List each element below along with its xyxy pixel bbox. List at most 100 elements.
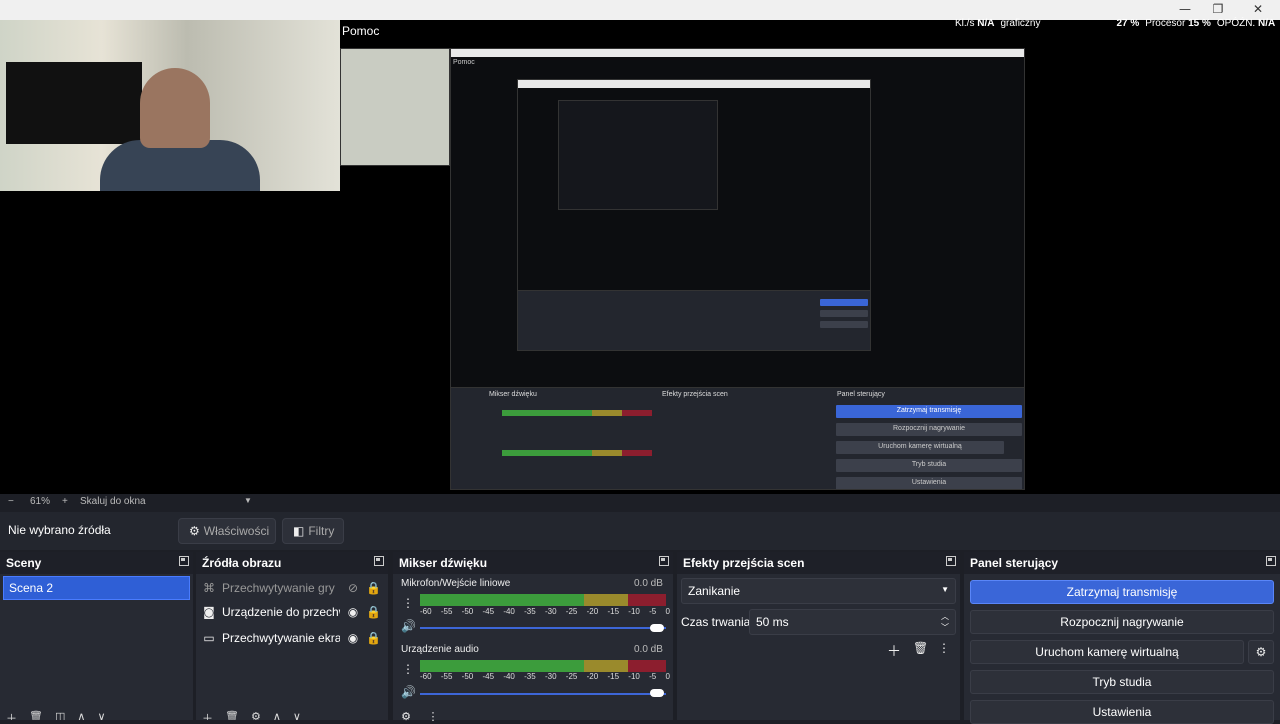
close-icon[interactable]: ✕ <box>1248 2 1268 16</box>
volume-knob[interactable] <box>650 624 664 632</box>
duration-value: 50 ms <box>756 615 789 629</box>
stop-streaming-button[interactable]: Zatrzymaj transmisję <box>970 580 1274 604</box>
meter-tick-label: -30 <box>544 607 557 616</box>
add-icon[interactable]: ＋ <box>202 710 213 720</box>
lock-icon[interactable]: 🔒 <box>366 631 381 645</box>
filter-icon: ◧ <box>293 524 305 538</box>
meter-tick-label: -15 <box>607 672 620 681</box>
meter-tick-label: -20 <box>586 607 599 616</box>
meter-tick-label: -5 <box>649 607 657 616</box>
channel-name: Mikrofon/Wejście liniowe <box>401 578 511 589</box>
channel-name: Urządzenie audio <box>401 644 479 655</box>
meter-tick-label: -5 <box>649 672 657 681</box>
meter-tick-label: -25 <box>565 672 578 681</box>
scenes-dock: Sceny Scena 2 ＋ 🗑 ◫ ∧ ∨ <box>0 552 193 720</box>
kebab-menu-icon[interactable]: ⋮ <box>426 710 440 723</box>
gamepad-icon: ⌘ <box>203 581 215 595</box>
stat-delay: OPÓŹN. N/A <box>1216 18 1276 29</box>
no-source-label: Nie wybrano źródła <box>8 523 111 537</box>
camera-icon: ◙ <box>203 605 215 619</box>
scene-item[interactable]: Scena 2 <box>3 576 190 600</box>
eye-icon[interactable]: ◉ <box>346 631 360 645</box>
filter-icon[interactable]: ◫ <box>55 710 65 720</box>
start-virtual-camera-button[interactable]: Uruchom kamerę wirtualną <box>970 640 1244 664</box>
stat-gpu-label: graficzny <box>1000 18 1041 29</box>
start-recording-button[interactable]: Rozpocznij nagrywanie <box>970 610 1274 634</box>
monitor-icon: ▭ <box>203 631 215 645</box>
meter-tick-label: -35 <box>524 607 536 616</box>
sources-footer: ＋ 🗑 ⚙ ∧ ∨ <box>196 710 388 720</box>
meter-tick-label: -10 <box>628 607 640 616</box>
minimize-icon[interactable]: — <box>1175 2 1195 16</box>
undock-icon[interactable] <box>946 556 956 566</box>
zoom-in-button[interactable]: + <box>62 496 68 507</box>
zoom-level: 61% <box>30 496 51 507</box>
filters-button[interactable]: ◧ Filtry <box>282 518 344 544</box>
trash-icon[interactable]: 🗑 <box>29 710 43 720</box>
undock-icon[interactable] <box>659 556 669 566</box>
properties-button[interactable]: ⚙ Właściwości <box>178 518 276 544</box>
duration-spinbox[interactable]: 50 ms ︿ ﹀ <box>749 609 956 635</box>
source-item[interactable]: ◙ Urządzenie do przechw ◉ 🔒 <box>202 602 382 622</box>
restore-icon[interactable]: ❐ <box>1208 2 1228 16</box>
spin-arrows-icon[interactable]: ︿ ﹀ <box>941 611 949 633</box>
virtual-camera-settings-button[interactable]: ⚙ <box>1248 640 1274 664</box>
meter-tick-label: -45 <box>482 607 495 616</box>
chevron-down-icon[interactable]: ▼ <box>244 496 252 505</box>
stat-cpu: Procesor 15 % <box>1145 18 1211 29</box>
zoom-out-button[interactable]: − <box>8 496 14 507</box>
meter-tick-label: -35 <box>524 672 536 681</box>
trash-icon[interactable]: 🗑 <box>913 641 928 655</box>
up-icon[interactable]: ∧ <box>273 710 281 720</box>
chevron-down-icon: ▼ <box>941 585 949 594</box>
preview-canvas[interactable]: Pomoc Pomoc Sceny Scena 2 Źródła obrazu … <box>0 20 1280 494</box>
eye-hidden-icon[interactable]: ⊘ <box>346 581 360 595</box>
source-item[interactable]: ▭ Przechwytywanie ekran ◉ 🔒 <box>202 628 382 648</box>
down-icon[interactable]: ∨ <box>97 710 105 720</box>
meter-tick-label: -40 <box>503 672 515 681</box>
gear-icon[interactable]: ⚙ <box>251 710 261 720</box>
menu-help[interactable]: Pomoc <box>342 24 379 38</box>
lock-icon[interactable]: 🔒 <box>366 605 381 619</box>
speaker-icon[interactable]: 🔊 <box>401 685 416 699</box>
volume-slider[interactable] <box>420 693 666 695</box>
settings-button[interactable]: Ustawienia <box>970 700 1274 724</box>
undock-icon[interactable] <box>1266 556 1276 566</box>
add-icon[interactable]: ＋ <box>887 641 901 661</box>
volume-slider[interactable] <box>420 627 666 629</box>
undock-icon[interactable] <box>374 556 384 566</box>
gear-icon[interactable]: ⚙ <box>399 710 413 723</box>
mixer-title: Mikser dźwięku <box>393 552 673 574</box>
kebab-menu-icon[interactable]: ⋮ <box>937 641 951 655</box>
scale-mode[interactable]: Skaluj do okna <box>80 496 146 507</box>
stats-bar: Kl./s N/A graficzny 27 % Procesor 15 % O… <box>955 18 1275 32</box>
speaker-icon[interactable]: 🔊 <box>401 619 416 633</box>
meter-tick-label: -60 <box>420 607 432 616</box>
meter-ticks: -60 -55 -50 -45 -40 -35 -30 -25 -20 -15 -10 -5 0 <box>420 607 670 616</box>
duration-label: Czas trwania <box>681 615 751 629</box>
transition-select[interactable]: Zanikanie ▼ <box>681 578 956 604</box>
eye-icon[interactable]: ◉ <box>346 605 360 619</box>
down-icon[interactable]: ∨ <box>293 710 301 720</box>
meter-tick-label: 0 <box>665 607 670 616</box>
zoom-bar: − 61% + Skaluj do okna ▼ <box>0 494 1280 512</box>
meter-tick-label: -30 <box>544 672 557 681</box>
meter-tick-label: -60 <box>420 672 432 681</box>
meter-tick-label: -50 <box>461 672 474 681</box>
nested-menubar: Pomoc <box>453 59 475 66</box>
meter-tick-label: -20 <box>586 672 599 681</box>
meter-tick-label: -10 <box>628 672 640 681</box>
meter-tick-label: -55 <box>440 607 453 616</box>
volume-knob[interactable] <box>650 689 664 697</box>
source-item[interactable]: ⌘ Przechwytywanie gry ⊘ 🔒 <box>202 578 382 598</box>
add-icon[interactable]: ＋ <box>6 710 17 720</box>
kebab-menu-icon[interactable]: ⋮ <box>401 596 415 610</box>
lock-icon[interactable]: 🔒 <box>366 581 381 595</box>
studio-mode-button[interactable]: Tryb studia <box>970 670 1274 694</box>
undock-icon[interactable] <box>179 556 189 566</box>
up-icon[interactable]: ∧ <box>77 710 85 720</box>
kebab-menu-icon[interactable]: ⋮ <box>401 662 415 676</box>
window-titlebar: — ❐ ✕ <box>0 0 1280 20</box>
meter-tick-label: -55 <box>440 672 453 681</box>
trash-icon[interactable]: 🗑 <box>225 710 239 720</box>
